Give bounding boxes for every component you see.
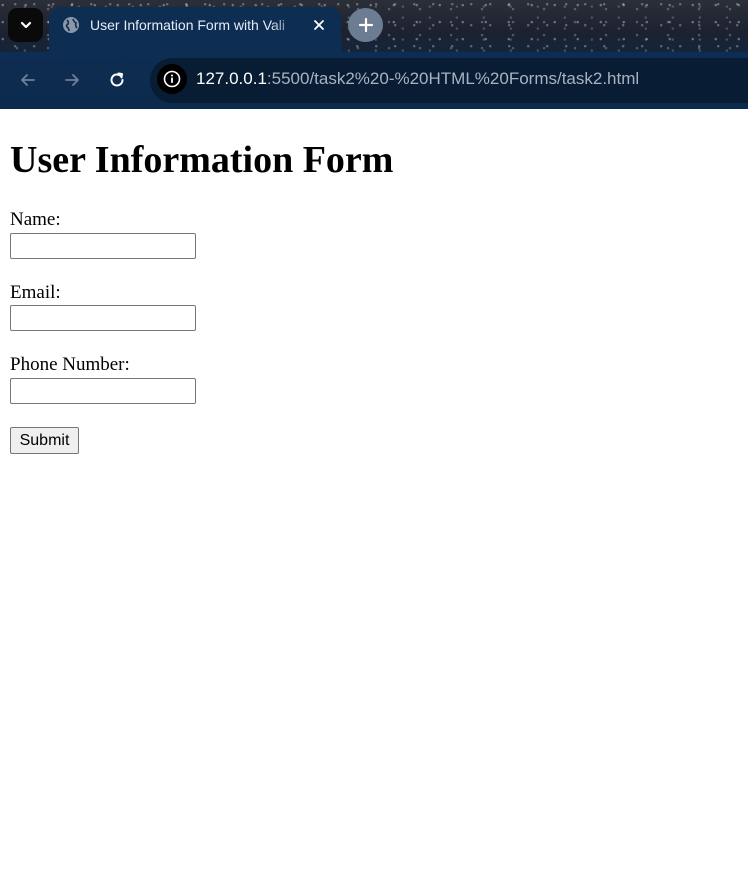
email-label: Email: bbox=[10, 282, 61, 303]
info-icon bbox=[163, 70, 181, 88]
reload-button[interactable] bbox=[102, 65, 132, 95]
phone-number-field[interactable] bbox=[10, 378, 196, 404]
reload-icon bbox=[110, 72, 124, 87]
close-icon bbox=[314, 20, 324, 30]
globe-icon bbox=[62, 16, 80, 34]
new-tab-button[interactable] bbox=[348, 8, 383, 42]
url-host: 127.0.0.1 bbox=[196, 69, 267, 88]
tab-search-button[interactable] bbox=[8, 8, 43, 42]
phone-number-label: Phone Number: bbox=[10, 354, 130, 375]
forward-button[interactable] bbox=[57, 65, 87, 95]
arrow-right-icon bbox=[65, 74, 79, 86]
url-text[interactable]: 127.0.0.1:5500/task2%20-%20HTML%20Forms/… bbox=[196, 68, 639, 90]
back-button[interactable] bbox=[13, 65, 43, 95]
close-tab-button[interactable] bbox=[309, 15, 329, 35]
page-title: User Information Form bbox=[10, 139, 394, 181]
submit-button[interactable]: Submit bbox=[10, 427, 79, 454]
arrow-left-icon bbox=[21, 74, 35, 86]
name-field[interactable] bbox=[10, 233, 196, 259]
plus-icon bbox=[358, 17, 373, 33]
site-info-button[interactable] bbox=[157, 64, 187, 94]
chevron-down-icon bbox=[20, 21, 31, 29]
url-path: :5500/task2%20-%20HTML%20Forms/task2.htm… bbox=[266, 69, 640, 88]
email-field[interactable] bbox=[10, 305, 196, 331]
tab-strip: User Information Form with Vali bbox=[0, 0, 748, 52]
tab-title[interactable]: User Information Form with Vali bbox=[90, 15, 302, 35]
name-label: Name: bbox=[10, 209, 61, 230]
